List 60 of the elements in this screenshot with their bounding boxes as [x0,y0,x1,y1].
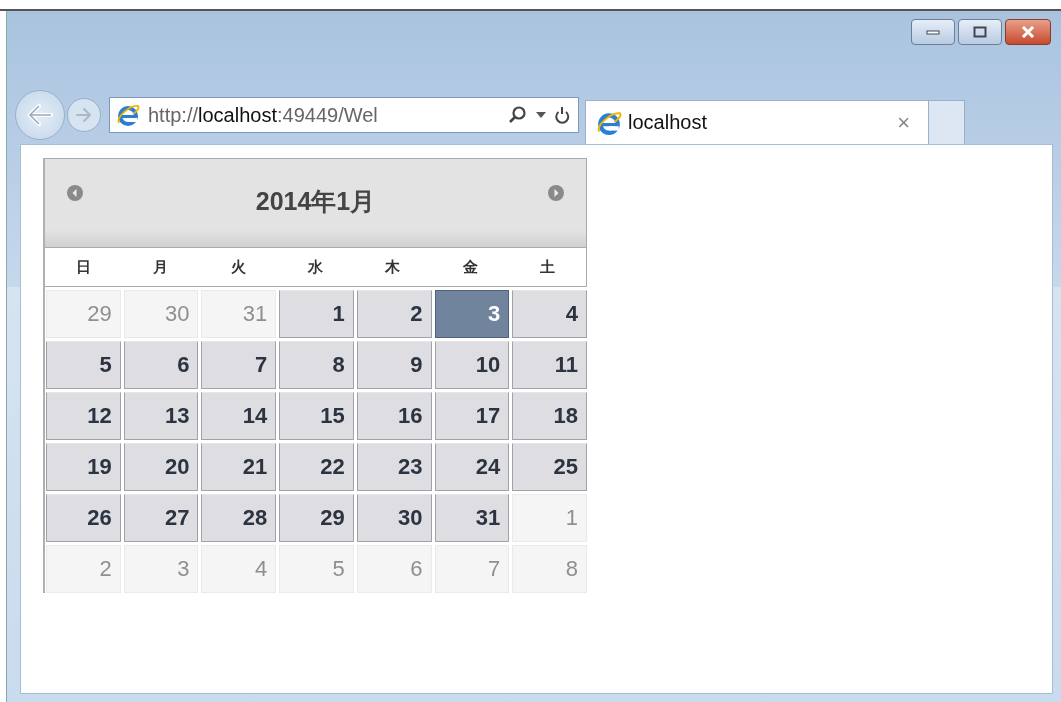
next-month-icon[interactable] [548,185,564,201]
day-cell[interactable]: 21 [201,443,277,491]
weekday-label: 水 [307,257,324,277]
weekday-label: 火 [229,257,247,277]
day-cell[interactable]: 5 [46,341,121,389]
day-cell[interactable]: 1 [279,290,354,338]
back-button[interactable] [15,90,65,140]
day-cell[interactable]: 9 [356,341,432,389]
back-arrow-icon [25,102,55,128]
day-cell[interactable]: 4 [512,290,587,338]
weekday-label: 木 [384,257,402,277]
day-cell[interactable]: 31 [434,494,510,542]
day-cell[interactable]: 23 [356,443,432,491]
maximize-button[interactable] [958,19,1002,45]
day-cell[interactable]: 22 [279,443,354,491]
day-cell[interactable]: 6 [123,341,199,389]
weekday-label: 金 [461,257,479,277]
tab-close-button[interactable]: × [897,109,910,136]
day-cell[interactable]: 26 [46,494,121,542]
day-cell[interactable]: 28 [201,494,277,542]
day-cell[interactable]: 13 [123,392,199,440]
month-title: 2014年1月 [255,186,376,217]
day-cell[interactable]: 17 [434,392,510,440]
day-cell[interactable]: 3 [434,290,510,338]
day-cell[interactable]: 15 [279,392,354,440]
day-cell[interactable]: 27 [123,494,199,542]
day-cell[interactable]: 7 [201,341,277,389]
minimize-button[interactable] [911,19,955,45]
day-cell[interactable]: 20 [123,443,199,491]
day-cell[interactable]: 30 [356,494,432,542]
day-cell[interactable]: 2 [356,290,432,338]
day-cell[interactable]: 25 [512,443,587,491]
weekday-label: 月 [152,257,170,277]
day-cell[interactable]: 8 [279,341,354,389]
search-icon[interactable] [508,105,528,125]
day-cell[interactable]: 18 [512,392,587,440]
day-cell[interactable]: 29 [279,494,354,542]
browser-logo-icon [596,109,622,136]
address-bar[interactable]: http://localhost:49449/Wel [109,97,579,133]
new-tab-button[interactable] [929,100,965,144]
tab-title: localhost [628,111,708,134]
day-cell[interactable]: 10 [434,341,510,389]
day-cell[interactable]: 12 [46,392,121,440]
browser-logo-icon [116,103,140,127]
day-cell[interactable]: 14 [201,392,277,440]
day-cell[interactable]: 16 [356,392,432,440]
day-cell[interactable]: 24 [434,443,510,491]
previous-month-icon[interactable] [67,185,83,201]
dropdown-caret-icon[interactable] [536,112,546,118]
browser-tab[interactable]: localhost × [585,100,929,144]
weekday-label: 日 [75,257,93,277]
day-cell[interactable]: 19 [46,443,121,491]
forward-arrow-icon [74,106,94,124]
close-icon [1020,26,1036,38]
url-text: http://localhost:49449/Wel [148,103,379,127]
maximize-icon [973,26,987,38]
minimize-icon [926,29,940,35]
weekday-label: 土 [538,257,556,277]
close-button[interactable] [1005,19,1051,45]
day-cell[interactable]: 11 [512,341,587,389]
